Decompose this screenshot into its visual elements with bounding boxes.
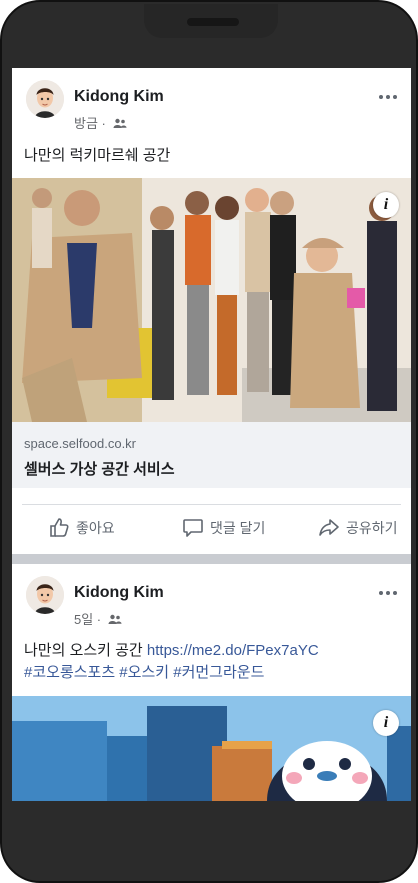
like-button[interactable]: 좋아요 — [48, 515, 115, 541]
share-label: 공유하기 — [346, 520, 398, 536]
friends-icon — [108, 613, 122, 628]
link-domain: space.selfood.co.kr — [24, 436, 137, 451]
phone-frame: Kidong Kim 방금 · 나만의 럭키마르쉐 공간 i space.sel… — [0, 0, 418, 883]
post-caption: 나만의 럭키마르쉐 공간 — [24, 147, 171, 164]
link-title: 셀버스 가상 공간 서비스 — [24, 461, 175, 478]
avatar[interactable] — [26, 576, 64, 614]
feed-screen: Kidong Kim 방금 · 나만의 럭키마르쉐 공간 i space.sel… — [12, 68, 411, 801]
post-image[interactable]: i — [12, 178, 411, 422]
info-icon[interactable]: i — [373, 192, 399, 218]
post-header: Kidong Kim 방금 · — [12, 68, 411, 131]
author-name[interactable]: Kidong Kim — [74, 88, 164, 106]
comment-label: 댓글 달기 — [210, 520, 266, 536]
share-icon — [318, 516, 346, 541]
post-meta: 방금 · — [74, 113, 127, 132]
post-header: Kidong Kim 5일 · — [12, 564, 411, 627]
feed-post: Kidong Kim 방금 · 나만의 럭키마르쉐 공간 i space.sel… — [12, 68, 411, 554]
friends-icon — [113, 117, 127, 132]
author-name[interactable]: Kidong Kim — [74, 584, 164, 602]
post-image[interactable]: i — [12, 696, 411, 801]
more-icon[interactable] — [379, 582, 401, 595]
phone-speaker — [187, 18, 239, 26]
comment-button[interactable]: 댓글 달기 — [182, 515, 265, 541]
comment-icon — [182, 516, 210, 541]
post-time[interactable]: 방금 · — [74, 116, 106, 131]
more-icon[interactable] — [379, 86, 401, 99]
caption-text: 나만의 오스키 공간 — [24, 642, 147, 659]
avatar[interactable] — [26, 80, 64, 118]
like-label: 좋아요 — [76, 520, 115, 536]
hashtags[interactable]: #코오롱스포츠 #오스키 #커먼그라운드 — [24, 664, 264, 681]
info-icon[interactable]: i — [373, 710, 399, 736]
thumbs-up-icon — [48, 516, 76, 541]
link-preview[interactable]: space.selfood.co.kr 셀버스 가상 공간 서비스 — [12, 422, 411, 488]
post-divider — [12, 554, 411, 564]
post-caption: 나만의 오스키 공간 https://me2.do/FPex7aYC #코오롱스… — [24, 640, 404, 684]
share-button[interactable]: 공유하기 — [318, 515, 398, 541]
caption-link[interactable]: https://me2.do/FPex7aYC — [147, 642, 319, 659]
post-actions: 좋아요 댓글 달기 공유하기 — [22, 504, 401, 551]
feed-post: Kidong Kim 5일 · 나만의 오스키 공간 https://me2.d… — [12, 564, 411, 801]
post-meta: 5일 · — [74, 609, 122, 628]
post-time[interactable]: 5일 · — [74, 612, 101, 627]
